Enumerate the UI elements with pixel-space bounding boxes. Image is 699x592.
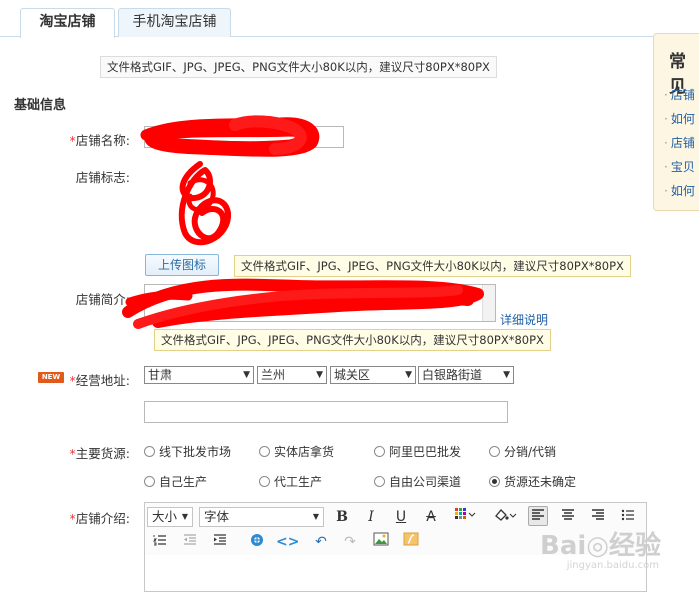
font-family-select[interactable]: 字体 ▼ [199, 507, 324, 527]
description-label: *店铺介绍: [0, 508, 130, 527]
redaction-scribble [140, 115, 320, 157]
dropdown-arrow-icon: ▼ [405, 370, 412, 380]
help-link-text: 宝贝 [670, 160, 695, 174]
font-size-value: 大小 [152, 509, 178, 524]
street-select[interactable]: 白银路街道 ▼ [418, 366, 514, 384]
help-link-text: 如何 [670, 184, 695, 198]
radio-icon[interactable] [144, 446, 155, 457]
help-link[interactable]: · 如何 [664, 110, 695, 127]
source-option[interactable]: 自由公司渠道 [374, 473, 461, 490]
option-label: 阿里巴巴批发 [389, 445, 462, 459]
fill-color-icon[interactable] [491, 507, 519, 527]
tab-mobile-taobao-shop[interactable]: 手机淘宝店铺 [118, 8, 231, 37]
district-value: 城关区 [334, 368, 371, 382]
source-code-icon[interactable]: <> [276, 532, 299, 552]
option-label: 线下批发市场 [159, 445, 232, 459]
dropdown-arrow-icon: ▼ [312, 512, 319, 521]
radio-icon[interactable] [259, 476, 270, 487]
strikethrough-icon[interactable]: A [421, 507, 441, 527]
bold-icon[interactable]: B [332, 507, 352, 527]
insert-image-icon[interactable] [371, 532, 391, 552]
radio-icon[interactable] [489, 446, 500, 457]
numbered-list-icon[interactable] [150, 532, 170, 552]
radio-checked-icon[interactable] [489, 476, 500, 487]
source-label-text: 主要货源: [75, 446, 130, 461]
source-option[interactable]: 货源还未确定 [489, 473, 576, 490]
district-select[interactable]: 城关区 ▼ [330, 366, 416, 384]
italic-icon[interactable]: I [361, 507, 381, 527]
source-label: *主要货源: [0, 443, 130, 462]
option-label: 自己生产 [159, 475, 208, 489]
street-value: 白银路街道 [422, 368, 483, 382]
align-center-icon[interactable] [558, 507, 578, 527]
shop-name-label-text: 店铺名称: [75, 133, 130, 148]
dropdown-arrow-icon: ▼ [316, 370, 323, 380]
source-option[interactable]: 代工生产 [259, 473, 322, 490]
address-label-text: 经营地址: [75, 373, 130, 388]
help-link-text: 店铺 [670, 136, 695, 150]
font-size-select[interactable]: 大小 ▼ [147, 507, 193, 527]
dropdown-arrow-icon: ▼ [503, 370, 510, 380]
help-link-text: 店铺 [670, 88, 695, 102]
redo-icon[interactable]: ↷ [340, 532, 360, 552]
top-hint: 文件格式GIF、JPG、JPEG、PNG文件大小80K以内，建议尺寸80PX*8… [100, 56, 497, 78]
address-detail-input[interactable] [144, 401, 508, 423]
baidu-watermark-logo: Bai◎经验 [540, 531, 661, 561]
help-link[interactable]: · 店铺 [664, 86, 695, 103]
option-label: 自由公司渠道 [389, 475, 462, 489]
color-grid-icon[interactable] [451, 507, 479, 527]
option-label: 实体店拿货 [274, 445, 335, 459]
source-option[interactable]: 实体店拿货 [259, 443, 334, 460]
detail-link[interactable]: 详细说明 [500, 311, 548, 328]
align-right-icon[interactable] [588, 507, 608, 527]
baidu-watermark-url: jingyan.baidu.com [566, 560, 659, 571]
align-left-icon[interactable] [528, 506, 548, 526]
flash-icon[interactable] [401, 532, 421, 552]
source-option[interactable]: 分销/代销 [489, 443, 556, 460]
dropdown-arrow-icon: ▼ [181, 512, 188, 521]
province-value: 甘肃 [148, 368, 173, 382]
undo-icon[interactable]: ↶ [311, 532, 331, 552]
section-title: 基础信息 [14, 98, 67, 113]
option-label: 分销/代销 [504, 445, 557, 459]
source-option[interactable]: 线下批发市场 [144, 443, 231, 460]
dropdown-arrow-icon: ▼ [243, 370, 250, 380]
city-select[interactable]: 兰州 ▼ [257, 366, 327, 384]
help-link-text: 如何 [670, 112, 695, 126]
description-label-text: 店铺介绍: [75, 511, 130, 526]
shop-intro-label: 店铺简介: [75, 292, 130, 307]
radio-icon[interactable] [374, 446, 385, 457]
outdent-icon[interactable] [180, 532, 200, 552]
tab-taobao-shop[interactable]: 淘宝店铺 [20, 8, 115, 38]
shop-logo-label: 店铺标志: [75, 170, 130, 185]
radio-icon[interactable] [259, 446, 270, 457]
radio-icon[interactable] [374, 476, 385, 487]
font-family-value: 字体 [204, 509, 230, 524]
help-link[interactable]: · 如何 [664, 182, 695, 199]
insert-link-icon[interactable] [247, 532, 267, 552]
option-label: 货源还未确定 [504, 475, 577, 489]
indent-icon[interactable] [210, 532, 230, 552]
source-option[interactable]: 自己生产 [144, 473, 207, 490]
bullet-list-icon[interactable] [618, 507, 638, 527]
shop-name-label: *店铺名称: [0, 130, 130, 149]
province-select[interactable]: 甘肃 ▼ [144, 366, 254, 384]
redaction-scribble [178, 161, 231, 246]
help-link[interactable]: · 店铺 [664, 134, 695, 151]
redaction-scribble [122, 278, 484, 329]
city-value: 兰州 [261, 368, 286, 382]
radio-icon[interactable] [144, 476, 155, 487]
help-link[interactable]: · 宝贝 [664, 158, 695, 175]
underline-icon[interactable]: U [391, 507, 411, 527]
source-option[interactable]: 阿里巴巴批发 [374, 443, 461, 460]
option-label: 代工生产 [274, 475, 323, 489]
address-label: *经营地址: [0, 370, 130, 389]
